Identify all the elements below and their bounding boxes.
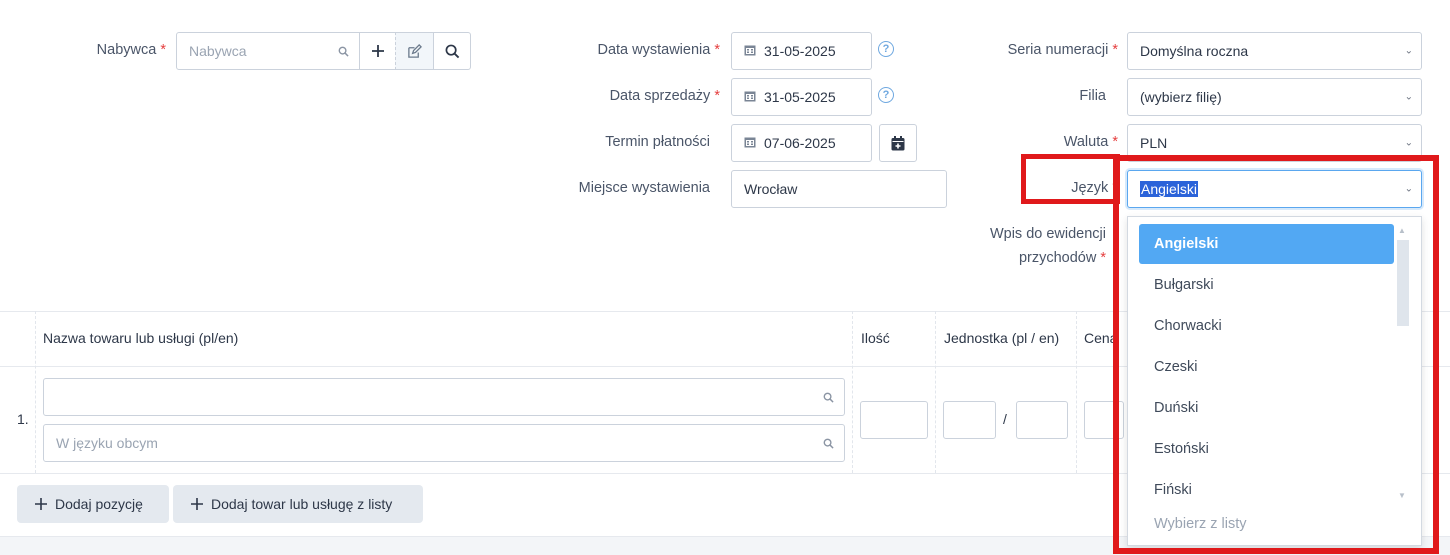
required-mark: * xyxy=(1100,250,1106,266)
register-label: Wpis do ewidencji przychodów * xyxy=(940,224,1106,268)
branch-label: Filia xyxy=(960,86,1106,106)
add-from-list-label: Dodaj towar lub usługę z listy xyxy=(211,496,393,512)
required-mark: * xyxy=(160,42,166,58)
col-divider xyxy=(35,311,36,473)
due-date-value: 07-06-2025 xyxy=(764,135,836,151)
due-date-input[interactable]: 07-06-2025 xyxy=(731,124,872,162)
highlight-box-dropdown xyxy=(1113,155,1439,554)
unit-en-input[interactable] xyxy=(1016,401,1068,439)
row-number: 1. xyxy=(17,411,29,427)
header-quantity: Ilość xyxy=(861,330,890,346)
buyer-label-text: Nabywca xyxy=(96,42,157,58)
sale-date-label-text: Data sprzedaży xyxy=(609,88,711,104)
place-input[interactable]: Wrocław xyxy=(731,170,947,208)
calendar-icon xyxy=(744,136,756,151)
due-date-label: Termin płatności xyxy=(520,132,710,152)
search-buyer-button[interactable] xyxy=(433,32,471,70)
buyer-label: Nabywca * xyxy=(60,40,166,60)
plus-icon xyxy=(191,498,203,510)
issue-date-label-text: Data wystawienia xyxy=(597,42,711,58)
item-foreign-name-input[interactable]: W języku obcym xyxy=(43,424,845,462)
calendar-icon xyxy=(744,90,756,105)
col-divider xyxy=(935,311,936,473)
chevron-down-icon: ⌄ xyxy=(1404,45,1413,57)
calendar-icon xyxy=(744,44,756,59)
edit-buyer-button[interactable] xyxy=(395,32,434,70)
help-icon[interactable]: ? xyxy=(878,87,894,103)
required-mark: * xyxy=(714,42,720,58)
unit-pl-input[interactable] xyxy=(943,401,996,439)
quantity-input[interactable] xyxy=(860,401,928,439)
col-divider xyxy=(852,311,853,473)
chevron-down-icon: ⌄ xyxy=(1404,91,1413,103)
add-position-button[interactable]: Dodaj pozycję xyxy=(17,485,169,523)
search-icon xyxy=(823,438,834,449)
register-label-line2: przychodów xyxy=(1018,250,1097,266)
item-name-input[interactable] xyxy=(43,378,845,416)
series-label-text: Seria numeracji xyxy=(1007,42,1109,58)
foreign-placeholder: W języku obcym xyxy=(56,435,158,451)
buyer-input[interactable]: Nabywca xyxy=(176,32,360,70)
search-icon xyxy=(823,392,834,403)
highlight-box-label xyxy=(1021,154,1120,204)
series-select[interactable]: Domyślna roczna ⌄ xyxy=(1127,32,1422,70)
plus-icon xyxy=(371,45,384,57)
required-mark: * xyxy=(1112,42,1118,58)
required-mark: * xyxy=(1112,134,1118,150)
register-label-line2-wrap: przychodów * xyxy=(940,248,1106,268)
chevron-down-icon: ⌄ xyxy=(1404,137,1413,149)
search-icon xyxy=(445,44,459,58)
sale-date-label: Data sprzedaży * xyxy=(520,86,720,106)
currency-label-text: Waluta xyxy=(1063,134,1109,150)
header-name: Nazwa towaru lub usługi (pl/en) xyxy=(43,330,239,346)
buyer-placeholder: Nabywca xyxy=(189,43,247,59)
edit-icon xyxy=(408,43,422,58)
issue-date-label: Data wystawienia * xyxy=(520,40,720,60)
place-label: Miejsce wystawienia xyxy=(520,178,710,198)
currency-label: Waluta * xyxy=(960,132,1118,152)
plus-icon xyxy=(35,498,47,510)
calendar-plus-icon xyxy=(891,135,905,150)
sale-date-input[interactable]: 31-05-2025 xyxy=(731,78,872,116)
register-label-line1: Wpis do ewidencji xyxy=(989,226,1106,242)
add-from-list-button[interactable]: Dodaj towar lub usługę z listy xyxy=(173,485,423,523)
col-divider xyxy=(1076,311,1077,473)
required-mark: * xyxy=(714,88,720,104)
help-icon[interactable]: ? xyxy=(878,41,894,57)
add-buyer-button[interactable] xyxy=(359,32,396,70)
calendar-add-button[interactable] xyxy=(879,124,917,162)
series-value: Domyślna roczna xyxy=(1140,43,1249,59)
branch-value: (wybierz filię) xyxy=(1140,89,1222,105)
header-unit: Jednostka (pl / en) xyxy=(944,330,1060,346)
due-date-label-text: Termin płatności xyxy=(605,134,710,150)
branch-label-text: Filia xyxy=(1079,88,1106,104)
add-position-label: Dodaj pozycję xyxy=(55,496,143,512)
search-icon xyxy=(338,46,349,57)
unit-separator: / xyxy=(1003,411,1007,427)
currency-value: PLN xyxy=(1140,135,1168,151)
branch-select[interactable]: (wybierz filię) ⌄ xyxy=(1127,78,1422,116)
series-label: Seria numeracji * xyxy=(960,40,1118,60)
sale-date-value: 31-05-2025 xyxy=(764,89,836,105)
issue-date-value: 31-05-2025 xyxy=(764,43,836,59)
place-label-text: Miejsce wystawienia xyxy=(578,180,710,196)
issue-date-input[interactable]: 31-05-2025 xyxy=(731,32,872,70)
place-value: Wrocław xyxy=(744,181,798,197)
